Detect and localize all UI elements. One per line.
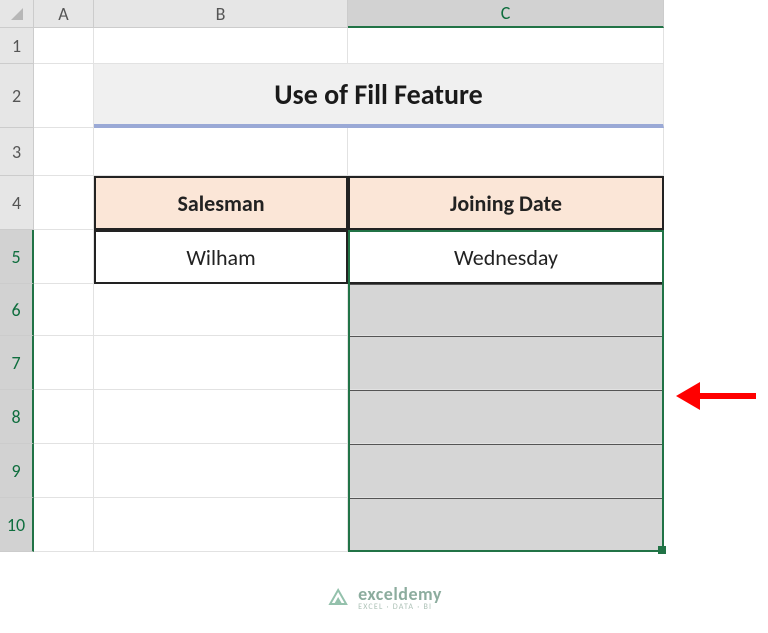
cell-A1[interactable] bbox=[34, 28, 94, 64]
row-header-3[interactable]: 3 bbox=[0, 128, 34, 176]
cell-C5-joining-date[interactable]: Wednesday bbox=[348, 230, 664, 284]
cell-B5-salesman[interactable]: Wilham bbox=[94, 230, 348, 284]
row-header-9[interactable]: 9 bbox=[0, 444, 34, 498]
cell-B1[interactable] bbox=[94, 28, 348, 64]
cell-C7[interactable] bbox=[348, 336, 664, 390]
select-all-triangle-icon bbox=[11, 8, 23, 20]
cell-C3[interactable] bbox=[348, 128, 664, 176]
row-header-10[interactable]: 10 bbox=[0, 498, 34, 552]
cell-C9[interactable] bbox=[348, 444, 664, 498]
cell-B3[interactable] bbox=[94, 128, 348, 176]
table-header-joining-date[interactable]: Joining Date bbox=[348, 176, 664, 230]
table-header-salesman[interactable]: Salesman bbox=[94, 176, 348, 230]
cell-B7[interactable] bbox=[94, 336, 348, 390]
cell-A2[interactable] bbox=[34, 64, 94, 128]
row-header-1[interactable]: 1 bbox=[0, 28, 34, 64]
column-header-A[interactable]: A bbox=[34, 0, 94, 28]
row-headers: 1 2 3 4 5 6 7 8 9 10 bbox=[0, 28, 34, 552]
column-header-C[interactable]: C bbox=[348, 0, 664, 28]
watermark: exceldemy EXCEL · DATA · BI bbox=[326, 585, 442, 611]
row-header-7[interactable]: 7 bbox=[0, 336, 34, 390]
spreadsheet: A B C 1 2 3 4 5 6 7 8 9 10 Use of Fill F… bbox=[0, 0, 768, 633]
cell-C6[interactable] bbox=[348, 284, 664, 336]
watermark-sub: EXCEL · DATA · BI bbox=[358, 603, 442, 611]
cell-A6[interactable] bbox=[34, 284, 94, 336]
column-headers: A B C bbox=[34, 0, 664, 28]
cell-B6[interactable] bbox=[94, 284, 348, 336]
watermark-main: exceldemy bbox=[358, 585, 442, 603]
title-cell[interactable]: Use of Fill Feature bbox=[94, 64, 664, 128]
cell-A10[interactable] bbox=[34, 498, 94, 552]
cell-B10[interactable] bbox=[94, 498, 348, 552]
cell-C10[interactable] bbox=[348, 498, 664, 552]
row-header-8[interactable]: 8 bbox=[0, 390, 34, 444]
row-header-2[interactable]: 2 bbox=[0, 64, 34, 128]
cell-B9[interactable] bbox=[94, 444, 348, 498]
row-header-6[interactable]: 6 bbox=[0, 284, 34, 336]
row-header-4[interactable]: 4 bbox=[0, 176, 34, 230]
cell-B8[interactable] bbox=[94, 390, 348, 444]
cell-A3[interactable] bbox=[34, 128, 94, 176]
cell-C1[interactable] bbox=[348, 28, 664, 64]
column-header-B[interactable]: B bbox=[94, 0, 348, 28]
watermark-logo-icon bbox=[326, 586, 350, 610]
select-all-corner[interactable] bbox=[0, 0, 34, 28]
row-header-5[interactable]: 5 bbox=[0, 230, 34, 284]
cell-grid: Use of Fill Feature Salesman Joining Dat… bbox=[34, 28, 664, 552]
cell-A4[interactable] bbox=[34, 176, 94, 230]
cell-A9[interactable] bbox=[34, 444, 94, 498]
cell-C8[interactable] bbox=[348, 390, 664, 444]
cell-A7[interactable] bbox=[34, 336, 94, 390]
cell-A5[interactable] bbox=[34, 230, 94, 284]
cell-A8[interactable] bbox=[34, 390, 94, 444]
